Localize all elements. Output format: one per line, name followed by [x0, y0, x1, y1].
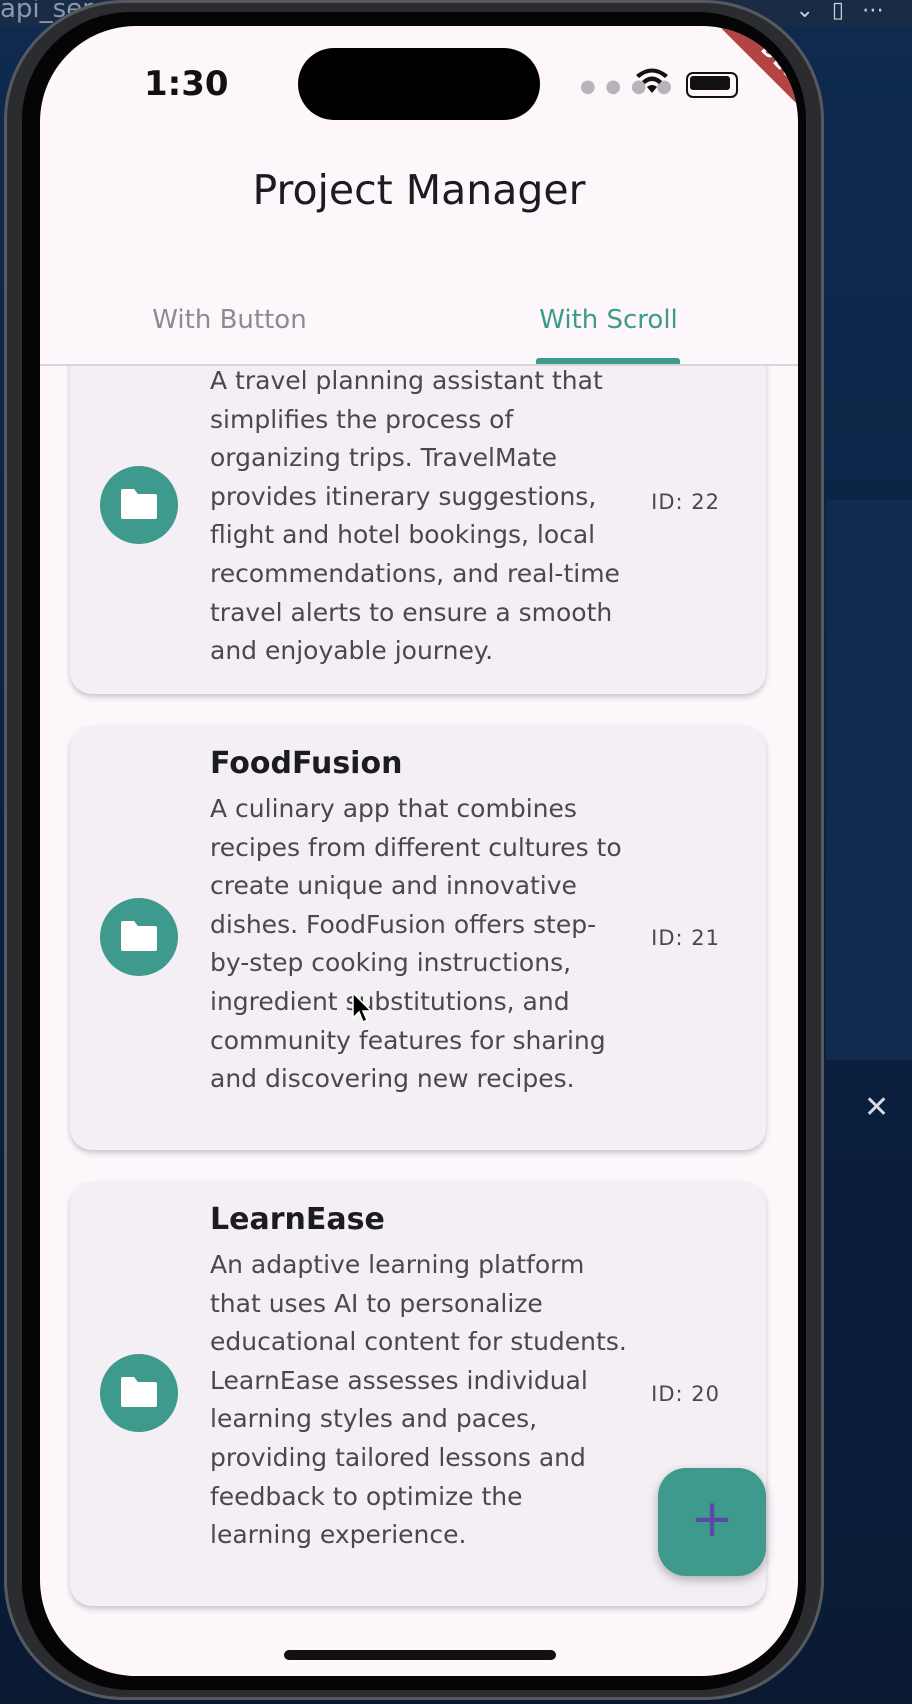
tab-with-scroll[interactable]: With Scroll [419, 280, 798, 360]
folder-icon [121, 1377, 157, 1407]
project-description: A travel planning assistant that simplif… [210, 366, 620, 666]
folder-icon [121, 489, 157, 519]
folder-icon [121, 921, 157, 951]
project-card[interactable]: FoodFusion A culinary app that combines … [70, 726, 766, 1150]
status-time: 1:30 [144, 64, 229, 104]
project-id: ID: 20 [651, 1382, 720, 1406]
project-title: LearnEase [210, 1202, 385, 1237]
phone-screen: 1:30 ● ● ● ● DEBUG Project Manager With … [40, 26, 798, 1676]
mouse-cursor-icon [352, 992, 373, 1024]
battery-level [690, 76, 730, 90]
project-avatar [100, 898, 178, 976]
add-project-button[interactable]: + [658, 1468, 766, 1576]
ide-toolbar-icons[interactable]: ⌄▯⋯ [795, 0, 902, 23]
project-description: A culinary app that combines recipes fro… [210, 794, 622, 1094]
project-title: FoodFusion [210, 746, 403, 781]
close-icon[interactable]: ✕ [864, 1090, 889, 1125]
wifi-icon [636, 68, 668, 93]
project-avatar [100, 466, 178, 544]
project-description: An adaptive learning platform that uses … [210, 1250, 627, 1550]
page-title: Project Manager [252, 166, 586, 214]
project-id: ID: 21 [651, 926, 720, 950]
project-avatar [100, 1354, 178, 1432]
battery-icon [686, 72, 738, 98]
tab-with-button[interactable]: With Button [40, 280, 419, 360]
tab-bar: With Button With Scroll [40, 280, 798, 366]
home-indicator[interactable] [284, 1650, 556, 1660]
ide-side-panel [826, 500, 912, 1060]
project-card[interactable]: A travel planning assistant that simplif… [70, 366, 766, 694]
project-id: ID: 22 [651, 490, 720, 514]
tab-indicator [536, 358, 680, 364]
dynamic-island [298, 48, 540, 120]
